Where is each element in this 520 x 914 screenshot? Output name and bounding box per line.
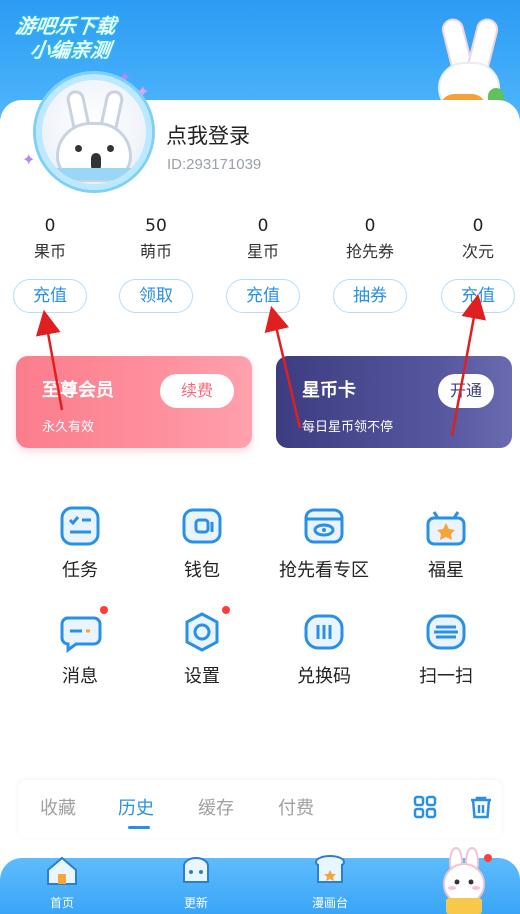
nav-home[interactable]: 首页 — [22, 856, 102, 911]
renew-button[interactable]: 续费 — [160, 374, 234, 408]
star-card-title: 星币卡 — [302, 380, 356, 401]
watermark: 游吧乐下载 小编亲测 — [11, 14, 118, 62]
stat-label: 次元 — [461, 242, 494, 261]
grid-item-fuxing[interactable]: 福星 — [386, 504, 506, 584]
stat-label: 星币 — [246, 242, 279, 261]
update-icon — [178, 852, 214, 888]
tab-cache[interactable]: 缓存 — [198, 794, 234, 820]
wallet-stats: 0 果币 充值 50 萌币 领取 0 星币 充值 0 抢先券 抽券 0 次元 充… — [0, 214, 520, 314]
task-list-icon — [58, 504, 102, 548]
grid-label: 任务 — [62, 560, 98, 581]
stat-label: 果币 — [33, 242, 66, 261]
grid-item-redeem[interactable]: 兑换码 — [264, 610, 384, 690]
scan-icon — [424, 610, 468, 654]
grid-label: 福星 — [428, 560, 464, 581]
grid-item-task[interactable]: 任务 — [20, 504, 140, 584]
tab-history[interactable]: 历史 — [118, 794, 154, 820]
stat-voucher: 0 抢先券 抽券 — [320, 214, 420, 313]
grid-label: 抢先看专区 — [279, 560, 369, 581]
vip-title: 至尊会员 — [42, 380, 114, 401]
watermark-line-2: 小编亲测 — [28, 38, 112, 62]
nav-label: 更新 — [183, 896, 208, 910]
vip-card[interactable]: 至尊会员 永久有效 续费 — [16, 356, 252, 448]
grid-label: 钱包 — [184, 560, 220, 581]
grid-label: 扫一扫 — [419, 666, 473, 687]
user-id: ID:293171039 — [167, 156, 262, 173]
stat-value: 0 — [257, 216, 269, 236]
trash-icon[interactable] — [468, 794, 494, 820]
grid-item-message[interactable]: 消息 — [20, 606, 140, 690]
nav-label: 漫画台 — [311, 896, 348, 910]
active-tab-indicator — [128, 826, 150, 829]
wallet-icon — [180, 504, 224, 548]
sparkle-icon: ✦ — [22, 150, 36, 169]
activate-button[interactable]: 开通 — [438, 374, 494, 408]
stat-label: 萌币 — [139, 242, 172, 261]
grid-label: 设置 — [184, 666, 220, 687]
comic-desk-icon — [312, 852, 348, 888]
stat-xingbi: 0 星币 充值 — [213, 214, 313, 313]
stat-guobi: 0 果币 充值 — [0, 214, 100, 313]
grid-item-early-access[interactable]: 抢先看专区 — [264, 504, 384, 584]
grid-label: 消息 — [62, 666, 98, 687]
star-card[interactable]: 星币卡 每日星币领不停 开通 — [276, 356, 512, 448]
stat-label: 抢先券 — [345, 242, 394, 261]
nav-label: 首页 — [49, 896, 74, 910]
notification-badge — [100, 606, 108, 614]
library-tabs: 收藏 历史 缓存 付费 — [18, 780, 502, 838]
notification-badge — [222, 606, 230, 614]
tab-favorites[interactable]: 收藏 — [40, 794, 76, 820]
grid-item-settings[interactable]: 设置 — [142, 606, 262, 690]
nav-comic-desk[interactable]: 漫画台 — [290, 855, 370, 911]
watermark-line-1: 游吧乐下载 — [14, 14, 118, 38]
draw-voucher-button[interactable]: 抽券 — [333, 279, 407, 313]
settings-icon — [180, 606, 230, 654]
vip-subtitle: 永久有效 — [42, 420, 95, 435]
stat-value: 0 — [44, 216, 56, 236]
stat-mengbi: 50 萌币 领取 — [106, 214, 206, 313]
grid-label: 兑换码 — [297, 666, 351, 687]
star-card-subtitle: 每日星币领不停 — [302, 420, 394, 435]
claim-mengbi-button[interactable]: 领取 — [119, 279, 193, 313]
message-icon — [58, 606, 108, 654]
nav-profile-bunny[interactable] — [430, 846, 500, 914]
recharge-guobi-button[interactable]: 充值 — [13, 279, 87, 313]
avatar[interactable] — [36, 74, 152, 190]
recharge-ciyuan-button[interactable]: 充值 — [441, 279, 515, 313]
gift-star-icon — [424, 504, 468, 548]
stat-value: 50 — [145, 216, 167, 236]
grid-item-wallet[interactable]: 钱包 — [142, 504, 262, 584]
grid-item-scan[interactable]: 扫一扫 — [386, 610, 506, 690]
stat-ciyuan: 0 次元 充值 — [428, 214, 520, 313]
stat-value: 0 — [364, 216, 376, 236]
login-link[interactable]: 点我登录 — [166, 120, 250, 150]
nav-update[interactable]: 更新 — [156, 857, 236, 911]
stat-value: 0 — [472, 216, 484, 236]
recharge-xingbi-button[interactable]: 充值 — [226, 279, 300, 313]
home-icon — [44, 852, 80, 888]
grid-view-icon[interactable] — [412, 794, 438, 820]
tab-paid[interactable]: 付费 — [278, 794, 314, 820]
early-access-icon — [302, 504, 346, 548]
redeem-code-icon — [302, 610, 346, 654]
